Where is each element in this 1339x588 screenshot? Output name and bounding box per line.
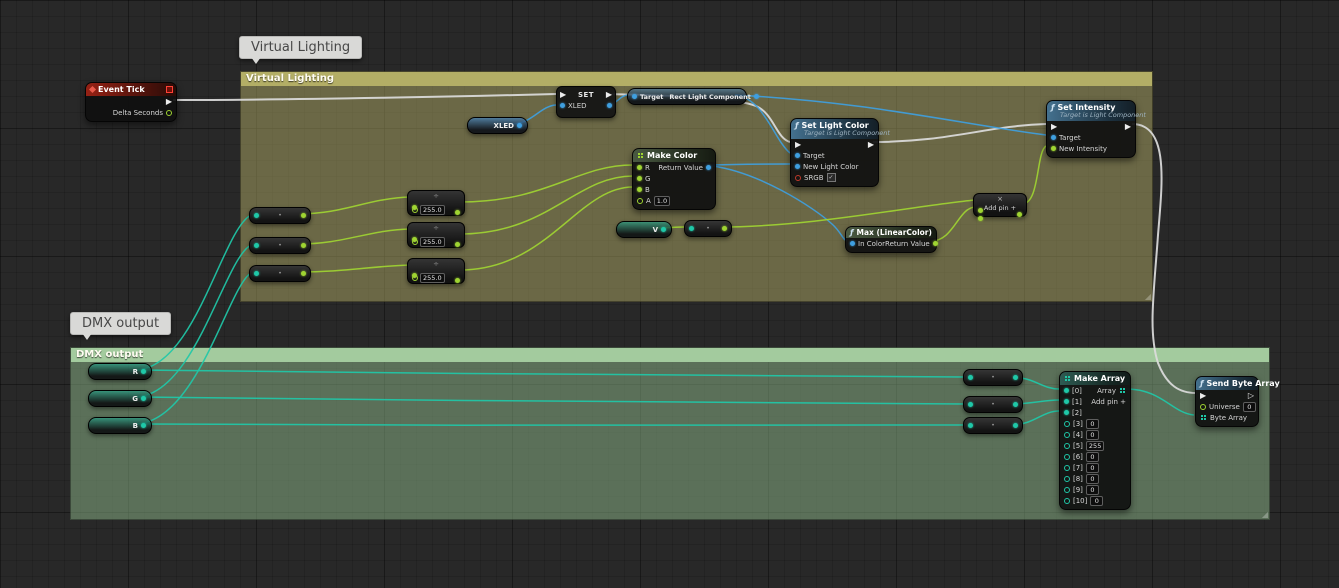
- tooltips-layer: Virtual Lighting DMX output: [0, 0, 1339, 588]
- tooltip-tail: [251, 57, 261, 64]
- tooltip-virtual-lighting: Virtual Lighting: [239, 36, 362, 59]
- graph-canvas[interactable]: Virtual Lighting◢DMX output◢ Event Tick▶…: [0, 0, 1339, 588]
- tooltip-dmx-output: DMX output: [70, 312, 171, 335]
- tooltip-tail: [82, 333, 92, 340]
